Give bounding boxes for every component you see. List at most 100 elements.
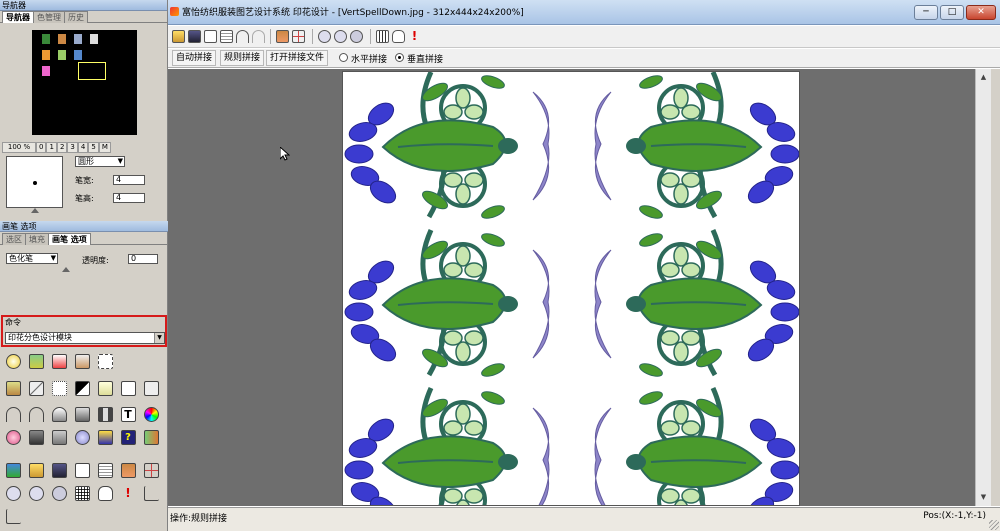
color-swatch-icon[interactable] bbox=[71, 377, 93, 399]
star-burst-icon[interactable] bbox=[2, 350, 24, 372]
brush-size-slider[interactable] bbox=[31, 208, 39, 213]
flower-icon[interactable] bbox=[2, 426, 24, 448]
blank-icon[interactable] bbox=[140, 377, 162, 399]
brush-set-icon[interactable] bbox=[94, 403, 116, 425]
filter-icon[interactable] bbox=[25, 350, 47, 372]
redo-icon[interactable] bbox=[252, 30, 265, 43]
save-icon[interactable] bbox=[48, 459, 70, 481]
grid-icon[interactable] bbox=[376, 30, 389, 43]
undo-icon[interactable] bbox=[236, 30, 249, 43]
exclaim-icon[interactable]: ! bbox=[117, 482, 139, 504]
disk-icon[interactable] bbox=[71, 426, 93, 448]
zoom-level-3[interactable]: 3 bbox=[67, 142, 78, 153]
brush-options-title: 画笔 选项 bbox=[0, 221, 168, 232]
notes-icon[interactable] bbox=[220, 30, 233, 43]
save-icon[interactable] bbox=[188, 30, 201, 43]
zoom-level-1[interactable]: 1 bbox=[46, 142, 57, 153]
brush-shape-value: 圆形 bbox=[78, 157, 94, 166]
square-icon[interactable] bbox=[117, 377, 139, 399]
page-icon[interactable] bbox=[71, 459, 93, 481]
grid-frame-icon[interactable] bbox=[292, 30, 305, 43]
design-canvas[interactable] bbox=[342, 71, 800, 506]
scroll-down-icon[interactable]: ▼ bbox=[977, 491, 990, 504]
chevron-down-icon: ▼ bbox=[154, 333, 164, 343]
notes-icon[interactable] bbox=[94, 459, 116, 481]
tab-fill[interactable]: 填充 bbox=[25, 233, 49, 245]
measure-icon[interactable] bbox=[140, 482, 162, 504]
hand-icon[interactable] bbox=[94, 482, 116, 504]
opacity-slider[interactable] bbox=[62, 267, 70, 272]
tab-navigator[interactable]: 导航器 bbox=[2, 11, 34, 23]
zoom-in-icon[interactable] bbox=[2, 482, 24, 504]
right-edge-strip bbox=[991, 69, 1000, 506]
redo-arc-icon[interactable] bbox=[25, 403, 47, 425]
bucket-icon[interactable] bbox=[71, 403, 93, 425]
document-icon[interactable] bbox=[71, 350, 93, 372]
zoom-out-icon[interactable] bbox=[25, 482, 47, 504]
auto-stitch-button[interactable]: 自动拼接 bbox=[172, 50, 217, 66]
thumb-figure bbox=[74, 50, 82, 60]
vertical-stitch-radio[interactable] bbox=[395, 53, 404, 62]
zoom-out-icon[interactable] bbox=[334, 30, 347, 43]
hand-icon[interactable] bbox=[392, 30, 405, 43]
pattern-row bbox=[345, 72, 799, 221]
rect-select-icon[interactable] bbox=[48, 377, 70, 399]
sheet-icon[interactable] bbox=[276, 30, 289, 43]
zoom-level-4[interactable]: 4 bbox=[77, 142, 89, 153]
shield-icon[interactable] bbox=[94, 426, 116, 448]
brush-shape-select[interactable]: 圆形 ▼ bbox=[75, 156, 125, 167]
undo-arc-icon[interactable] bbox=[2, 403, 24, 425]
text-tool-icon[interactable]: T bbox=[117, 403, 139, 425]
brush-height-input[interactable]: 4 bbox=[113, 193, 145, 203]
window-title-bar[interactable]: 富怡纺织服装图艺设计系统 印花设计 - [VertSpellDown.jpg -… bbox=[168, 0, 1000, 25]
module-select-value: 印花分色设计模块 bbox=[8, 333, 72, 342]
zoom-level-2[interactable]: 2 bbox=[56, 142, 68, 153]
exit-icon[interactable] bbox=[140, 426, 162, 448]
exclaim-icon[interactable]: ! bbox=[408, 30, 421, 43]
tools-icon[interactable] bbox=[48, 426, 70, 448]
zoom-level-0[interactable]: 0 bbox=[36, 142, 47, 153]
close-button[interactable]: ✕ bbox=[966, 5, 996, 20]
grid-frame-icon[interactable] bbox=[140, 459, 162, 481]
open-stitch-file-button[interactable]: 打开拼接文件 bbox=[266, 50, 329, 66]
maximize-button[interactable]: □ bbox=[940, 5, 964, 20]
open-folder-icon[interactable] bbox=[172, 30, 185, 43]
new-doc-icon[interactable] bbox=[48, 350, 70, 372]
page-icon[interactable] bbox=[204, 30, 217, 43]
copy-icon[interactable] bbox=[94, 377, 116, 399]
sheet-icon[interactable] bbox=[117, 459, 139, 481]
grid-icon[interactable] bbox=[71, 482, 93, 504]
zoom-level-m[interactable]: M bbox=[98, 142, 111, 153]
stamp-icon[interactable] bbox=[2, 377, 24, 399]
tab-history[interactable]: 历史 bbox=[64, 11, 88, 23]
regular-stitch-button[interactable]: 规则拼接 bbox=[220, 50, 265, 66]
resize-grip-icon[interactable] bbox=[989, 520, 999, 530]
tab-brush-options[interactable]: 画笔 选项 bbox=[48, 233, 91, 245]
tab-selection[interactable]: 选区 bbox=[2, 233, 26, 245]
nib-icon[interactable] bbox=[48, 403, 70, 425]
tab-color-manage[interactable]: 色管理 bbox=[33, 11, 65, 23]
help-icon[interactable]: ? bbox=[117, 426, 139, 448]
vertical-scrollbar[interactable]: ▲ ▼ bbox=[975, 69, 991, 506]
brush-tool-value: 色化笔 bbox=[9, 254, 33, 263]
camera-icon[interactable] bbox=[25, 426, 47, 448]
rotate-icon[interactable] bbox=[2, 505, 24, 527]
brush-tool-select[interactable]: 色化笔 ▼ bbox=[6, 253, 58, 264]
brush-width-input[interactable]: 4 bbox=[113, 175, 145, 185]
minimize-button[interactable]: ─ bbox=[914, 5, 938, 20]
color-wheel-icon[interactable] bbox=[140, 403, 162, 425]
zoom-in-icon[interactable] bbox=[318, 30, 331, 43]
pen-icon[interactable] bbox=[25, 377, 47, 399]
horizontal-stitch-radio[interactable] bbox=[339, 53, 348, 62]
zoom-fit-icon[interactable] bbox=[350, 30, 363, 43]
open-folder-icon[interactable] bbox=[25, 459, 47, 481]
navigator-viewport-box[interactable] bbox=[78, 62, 106, 80]
scroll-up-icon[interactable]: ▲ bbox=[977, 71, 990, 84]
module-select[interactable]: 印花分色设计模块 ▼ bbox=[5, 332, 165, 344]
opacity-input[interactable]: 0 bbox=[128, 254, 158, 264]
frame-icon[interactable] bbox=[94, 350, 116, 372]
zoom-level-5[interactable]: 5 bbox=[88, 142, 99, 153]
layers-icon[interactable] bbox=[2, 459, 24, 481]
zoom-fit-icon[interactable] bbox=[48, 482, 70, 504]
navigator-preview[interactable] bbox=[32, 30, 137, 135]
